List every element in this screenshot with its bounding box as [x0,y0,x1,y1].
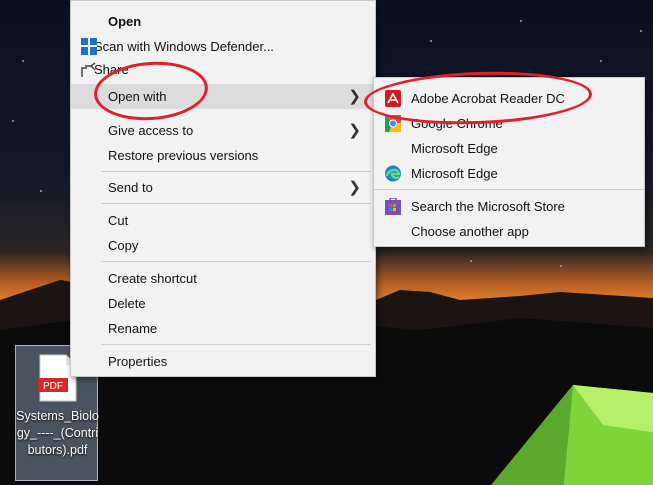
menu-item-give-access[interactable]: Give access to ❯ [71,118,375,143]
menu-item-send-to[interactable]: Send to ❯ [71,175,375,200]
menu-item-send-to-label: Send to [108,180,153,195]
menu-item-copy-label: Copy [108,238,139,253]
submenu-item-edge-legacy[interactable]: Microsoft Edge [374,136,644,161]
menu-item-scan[interactable]: Scan with Windows Defender... [71,34,375,59]
menu-item-restore-label: Restore previous versions [108,148,259,163]
blank-app-icon [384,140,402,157]
chevron-right-icon: ❯ [348,88,361,105]
menu-item-properties-label: Properties [108,354,168,369]
pdf-badge-label: PDF [43,381,63,392]
menu-item-give-access-label: Give access to [108,123,194,138]
chevron-right-icon: ❯ [348,179,361,196]
microsoft-edge-icon [385,165,401,182]
menu-item-copy[interactable]: Copy [71,233,375,258]
file-name-label: Systems_Biology_----_(Contributors).pdf [16,409,99,457]
menu-item-create-shortcut-label: Create shortcut [108,271,197,286]
menu-separator [101,203,371,204]
submenu-item-edge-1-label: Microsoft Edge [411,141,498,156]
context-menu: Open Scan with Windows Defender... Share… [70,0,376,377]
chevron-right-icon: ❯ [348,122,361,139]
menu-item-rename-label: Rename [108,321,158,336]
menu-item-create-shortcut[interactable]: Create shortcut [71,266,375,291]
menu-separator [101,171,371,172]
menu-item-rename[interactable]: Rename [71,316,375,341]
menu-item-open[interactable]: Open [71,9,375,34]
menu-item-delete-label: Delete [108,296,146,311]
windows-defender-icon [81,38,97,55]
submenu-item-choose-label: Choose another app [411,224,529,239]
tent-image [491,385,653,485]
menu-separator [101,344,371,345]
submenu-item-edge-2-label: Microsoft Edge [411,166,498,181]
submenu-item-store-label: Search the Microsoft Store [411,199,565,214]
menu-item-restore[interactable]: Restore previous versions [71,143,375,168]
submenu-item-choose-app[interactable]: Choose another app [374,219,644,244]
submenu-separator [374,189,644,190]
menu-item-cut[interactable]: Cut [71,208,375,233]
menu-item-properties[interactable]: Properties [71,349,375,374]
share-icon [81,62,96,77]
menu-item-scan-label: Scan with Windows Defender... [94,39,274,54]
microsoft-store-icon [385,198,401,215]
menu-item-open-label: Open [108,14,142,29]
menu-separator [101,261,371,262]
submenu-item-store[interactable]: Search the Microsoft Store [374,194,644,219]
submenu-item-edge[interactable]: Microsoft Edge [374,161,644,186]
menu-item-cut-label: Cut [108,213,129,228]
menu-item-delete[interactable]: Delete [71,291,375,316]
